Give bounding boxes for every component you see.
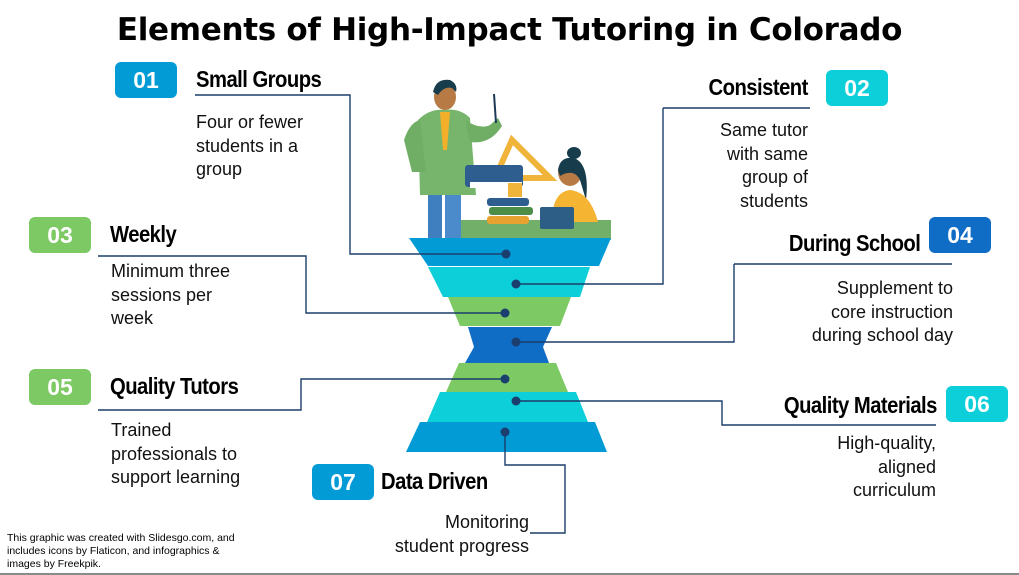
desc-line: Four or fewer [196, 112, 304, 132]
element-title-06: Quality Materials [783, 392, 938, 418]
element-desc-06: High-quality, aligned curriculum [780, 432, 936, 503]
credit-line: This graphic was created with Slidesgo.c… [7, 532, 235, 544]
desc-line: support learning [111, 467, 241, 487]
desc-line: students [739, 190, 808, 211]
dot-02 [511, 279, 521, 289]
funnel-band-03 [448, 297, 571, 326]
desc-line: students in a [196, 135, 299, 156]
dot-06 [511, 396, 521, 406]
credit-line: includes icons by Flaticon, and infograp… [7, 545, 220, 557]
dot-03 [500, 308, 510, 318]
desc-line: group of [741, 167, 808, 187]
desc-line: Supplement to [836, 278, 953, 298]
book [489, 207, 533, 215]
laptop [540, 207, 574, 229]
badge-03: 03 [29, 217, 91, 253]
book [487, 198, 529, 206]
element-desc-04: Supplement to core instruction during sc… [760, 277, 953, 348]
element-desc-02: Same tutor with same group of students [660, 119, 808, 213]
funnel-band-02 [428, 267, 590, 297]
desc-line: curriculum [852, 480, 936, 500]
element-title-05: Quality Tutors [110, 373, 239, 399]
badge-05: 05 [29, 369, 91, 405]
teacher-leg [428, 190, 442, 240]
desc-line: professionals to [111, 443, 238, 464]
desc-line: group [196, 159, 243, 179]
dot-07 [500, 427, 510, 437]
element-title-03: Weekly [110, 221, 177, 247]
attribution-note: This graphic was created with Slidesgo.c… [7, 532, 277, 571]
book [487, 216, 529, 224]
element-title-04: During School [788, 230, 921, 256]
dot-01 [501, 249, 511, 259]
desc-line: High-quality, [837, 433, 936, 453]
desc-line: during school day [811, 325, 953, 345]
desc-line: with same [726, 143, 808, 164]
element-desc-07: Monitoring student progress [360, 511, 529, 558]
desc-line: Same tutor [719, 120, 808, 140]
desc-line: student progress [394, 535, 529, 556]
badge-04: 04 [929, 217, 991, 253]
element-desc-05: Trained professionals to support learnin… [111, 419, 291, 490]
badge-07: 07 [312, 464, 374, 500]
funnel-band-07 [406, 422, 607, 452]
dot-05 [500, 374, 510, 384]
dot-04 [511, 337, 521, 347]
badge-02: 02 [826, 70, 888, 106]
badge-01: 01 [115, 62, 177, 98]
pencil-cup [508, 183, 522, 197]
desc-line: week [111, 308, 154, 328]
pointer [493, 93, 497, 124]
element-desc-01: Four or fewer students in a group [196, 111, 336, 182]
funnel-band-06 [427, 392, 588, 422]
element-title-07: Data Driven [381, 468, 488, 494]
desc-line: Minimum three [111, 261, 231, 281]
teacher-student-illustration [404, 79, 611, 240]
element-title-02: Consistent [708, 74, 809, 100]
badge-06: 06 [946, 386, 1008, 422]
teacher-leg [445, 190, 461, 240]
student-hair-bun [567, 147, 581, 159]
desc-line: sessions per [111, 284, 213, 305]
funnel-band-04 [465, 327, 552, 363]
element-desc-03: Minimum three sessions per week [111, 260, 291, 331]
desc-line: aligned [877, 456, 936, 477]
element-title-01: Small Groups [196, 66, 322, 92]
desc-line: Trained [111, 420, 172, 440]
credit-line: images by Freekpik. [7, 558, 101, 570]
desk [461, 220, 611, 240]
desc-line: Monitoring [444, 512, 529, 532]
funnel [406, 238, 611, 452]
desc-line: core instruction [830, 301, 953, 322]
